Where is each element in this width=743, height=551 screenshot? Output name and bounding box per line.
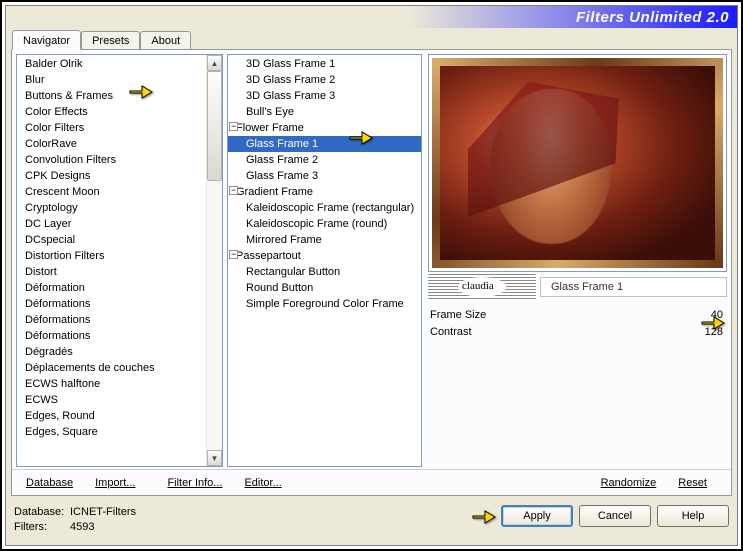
list-item[interactable]: Convolution Filters bbox=[17, 152, 206, 168]
param-label: Contrast bbox=[430, 326, 693, 338]
preview-image bbox=[432, 58, 723, 268]
param-label: Frame Size bbox=[430, 309, 693, 321]
param-row[interactable]: Frame Size40 bbox=[428, 306, 727, 323]
list-item[interactable]: Déplacements de couches bbox=[17, 360, 206, 376]
author-logo: claudia bbox=[428, 274, 536, 300]
list-item[interactable]: Mirrored Frame bbox=[228, 232, 421, 248]
scroll-up-button[interactable]: ▲ bbox=[207, 55, 222, 71]
list-item[interactable]: Buttons & Frames bbox=[17, 88, 206, 104]
list-item[interactable]: Edges, Round bbox=[17, 408, 206, 424]
help-button[interactable]: Help bbox=[657, 505, 729, 527]
filter-label-bar: claudia Glass Frame 1 bbox=[428, 274, 727, 300]
list-item[interactable]: Bull's Eye bbox=[228, 104, 421, 120]
list-item[interactable]: Cryptology bbox=[17, 200, 206, 216]
list-item[interactable]: 3D Glass Frame 3 bbox=[228, 88, 421, 104]
filter-list-box: 3D Glass Frame 13D Glass Frame 23D Glass… bbox=[227, 54, 422, 467]
list-item[interactable]: Distortion Filters bbox=[17, 248, 206, 264]
list-item[interactable]: Kaleidoscopic Frame (round) bbox=[228, 216, 421, 232]
list-item[interactable]: − Gradient Frame bbox=[228, 184, 421, 200]
list-item[interactable]: Glass Frame 3 bbox=[228, 168, 421, 184]
parameter-list: Frame Size40Contrast128 bbox=[428, 306, 727, 340]
cancel-button[interactable]: Cancel bbox=[579, 505, 651, 527]
list-item[interactable]: − Passepartout bbox=[228, 248, 421, 264]
list-item[interactable]: DC Layer bbox=[17, 216, 206, 232]
tab-panel: Balder OlrikBlurButtons & FramesColor Ef… bbox=[11, 49, 732, 496]
list-item[interactable]: − Flower Frame bbox=[228, 120, 421, 136]
tab-presets[interactable]: Presets bbox=[81, 31, 140, 49]
list-item[interactable]: Simple Foreground Color Frame bbox=[228, 296, 421, 312]
tree-toggle-icon[interactable]: − bbox=[229, 122, 238, 131]
list-item[interactable]: Déformations bbox=[17, 328, 206, 344]
list-item[interactable]: Round Button bbox=[228, 280, 421, 296]
tab-navigator[interactable]: Navigator bbox=[12, 30, 81, 50]
list-item[interactable]: Kaleidoscopic Frame (rectangular) bbox=[228, 200, 421, 216]
bottom-bar: Database:ICNET-Filters Filters:4593 Appl… bbox=[6, 501, 737, 545]
list-item[interactable]: Déformation bbox=[17, 280, 206, 296]
list-item[interactable]: Dégradés bbox=[17, 344, 206, 360]
title-bar: Filters Unlimited 2.0 bbox=[6, 6, 737, 28]
category-list-box: Balder OlrikBlurButtons & FramesColor Ef… bbox=[16, 54, 223, 467]
category-scrollbar[interactable]: ▲ ▼ bbox=[206, 55, 222, 466]
tab-about[interactable]: About bbox=[140, 31, 191, 49]
link-import[interactable]: Import... bbox=[89, 477, 151, 489]
scroll-down-button[interactable]: ▼ bbox=[207, 450, 222, 466]
meta-filters-label: Filters: bbox=[14, 520, 70, 535]
list-item[interactable]: Rectangular Button bbox=[228, 264, 421, 280]
list-item[interactable]: CPK Designs bbox=[17, 168, 206, 184]
app-title: Filters Unlimited 2.0 bbox=[576, 9, 729, 26]
list-item[interactable]: DCspecial bbox=[17, 232, 206, 248]
link-editor[interactable]: Editor... bbox=[238, 477, 297, 489]
link-reset[interactable]: Reset bbox=[672, 477, 723, 489]
list-item[interactable]: Distort bbox=[17, 264, 206, 280]
category-list[interactable]: Balder OlrikBlurButtons & FramesColor Ef… bbox=[17, 55, 206, 466]
link-database[interactable]: Database bbox=[20, 477, 89, 489]
list-item[interactable]: 3D Glass Frame 1 bbox=[228, 56, 421, 72]
list-item[interactable]: Balder Olrik bbox=[17, 56, 206, 72]
meta-db-label: Database: bbox=[14, 505, 70, 520]
list-item[interactable]: Crescent Moon bbox=[17, 184, 206, 200]
link-randomize[interactable]: Randomize bbox=[595, 477, 673, 489]
scroll-track[interactable] bbox=[207, 71, 222, 450]
preview-box bbox=[428, 54, 727, 272]
list-item[interactable]: Blur bbox=[17, 72, 206, 88]
list-item[interactable]: Déformations bbox=[17, 312, 206, 328]
list-item[interactable]: ECWS halftone bbox=[17, 376, 206, 392]
list-item[interactable]: Glass Frame 2 bbox=[228, 152, 421, 168]
tab-strip: Navigator Presets About bbox=[6, 27, 737, 49]
scroll-thumb[interactable] bbox=[207, 71, 222, 181]
list-item[interactable]: Déformations bbox=[17, 296, 206, 312]
app-window: Filters Unlimited 2.0 Navigator Presets … bbox=[0, 0, 743, 551]
param-value: 128 bbox=[693, 326, 727, 338]
list-item[interactable]: ColorRave bbox=[17, 136, 206, 152]
tree-toggle-icon[interactable]: − bbox=[229, 250, 238, 259]
tree-toggle-icon[interactable]: − bbox=[229, 186, 238, 195]
filter-list[interactable]: 3D Glass Frame 13D Glass Frame 23D Glass… bbox=[228, 55, 421, 466]
meta-filters-value: 4593 bbox=[70, 521, 94, 533]
list-item[interactable]: Color Effects bbox=[17, 104, 206, 120]
current-filter-name: Glass Frame 1 bbox=[540, 277, 727, 297]
link-bar: Database Import... Filter Info... Editor… bbox=[12, 469, 731, 495]
param-value: 40 bbox=[693, 309, 727, 321]
right-panel: claudia Glass Frame 1 Frame Size40Contra… bbox=[428, 54, 727, 467]
list-item[interactable]: Color Filters bbox=[17, 120, 206, 136]
list-item[interactable]: Glass Frame 1 bbox=[228, 136, 421, 152]
link-filter-info[interactable]: Filter Info... bbox=[161, 477, 238, 489]
meta-db-value: ICNET-Filters bbox=[70, 506, 136, 518]
dialog: Filters Unlimited 2.0 Navigator Presets … bbox=[5, 5, 738, 546]
main-columns: Balder OlrikBlurButtons & FramesColor Ef… bbox=[12, 50, 731, 469]
param-row[interactable]: Contrast128 bbox=[428, 323, 727, 340]
meta-info: Database:ICNET-Filters Filters:4593 bbox=[14, 505, 495, 535]
list-item[interactable]: ECWS bbox=[17, 392, 206, 408]
list-item[interactable]: Edges, Square bbox=[17, 424, 206, 440]
list-item[interactable]: 3D Glass Frame 2 bbox=[228, 72, 421, 88]
apply-button[interactable]: Apply bbox=[501, 505, 573, 527]
